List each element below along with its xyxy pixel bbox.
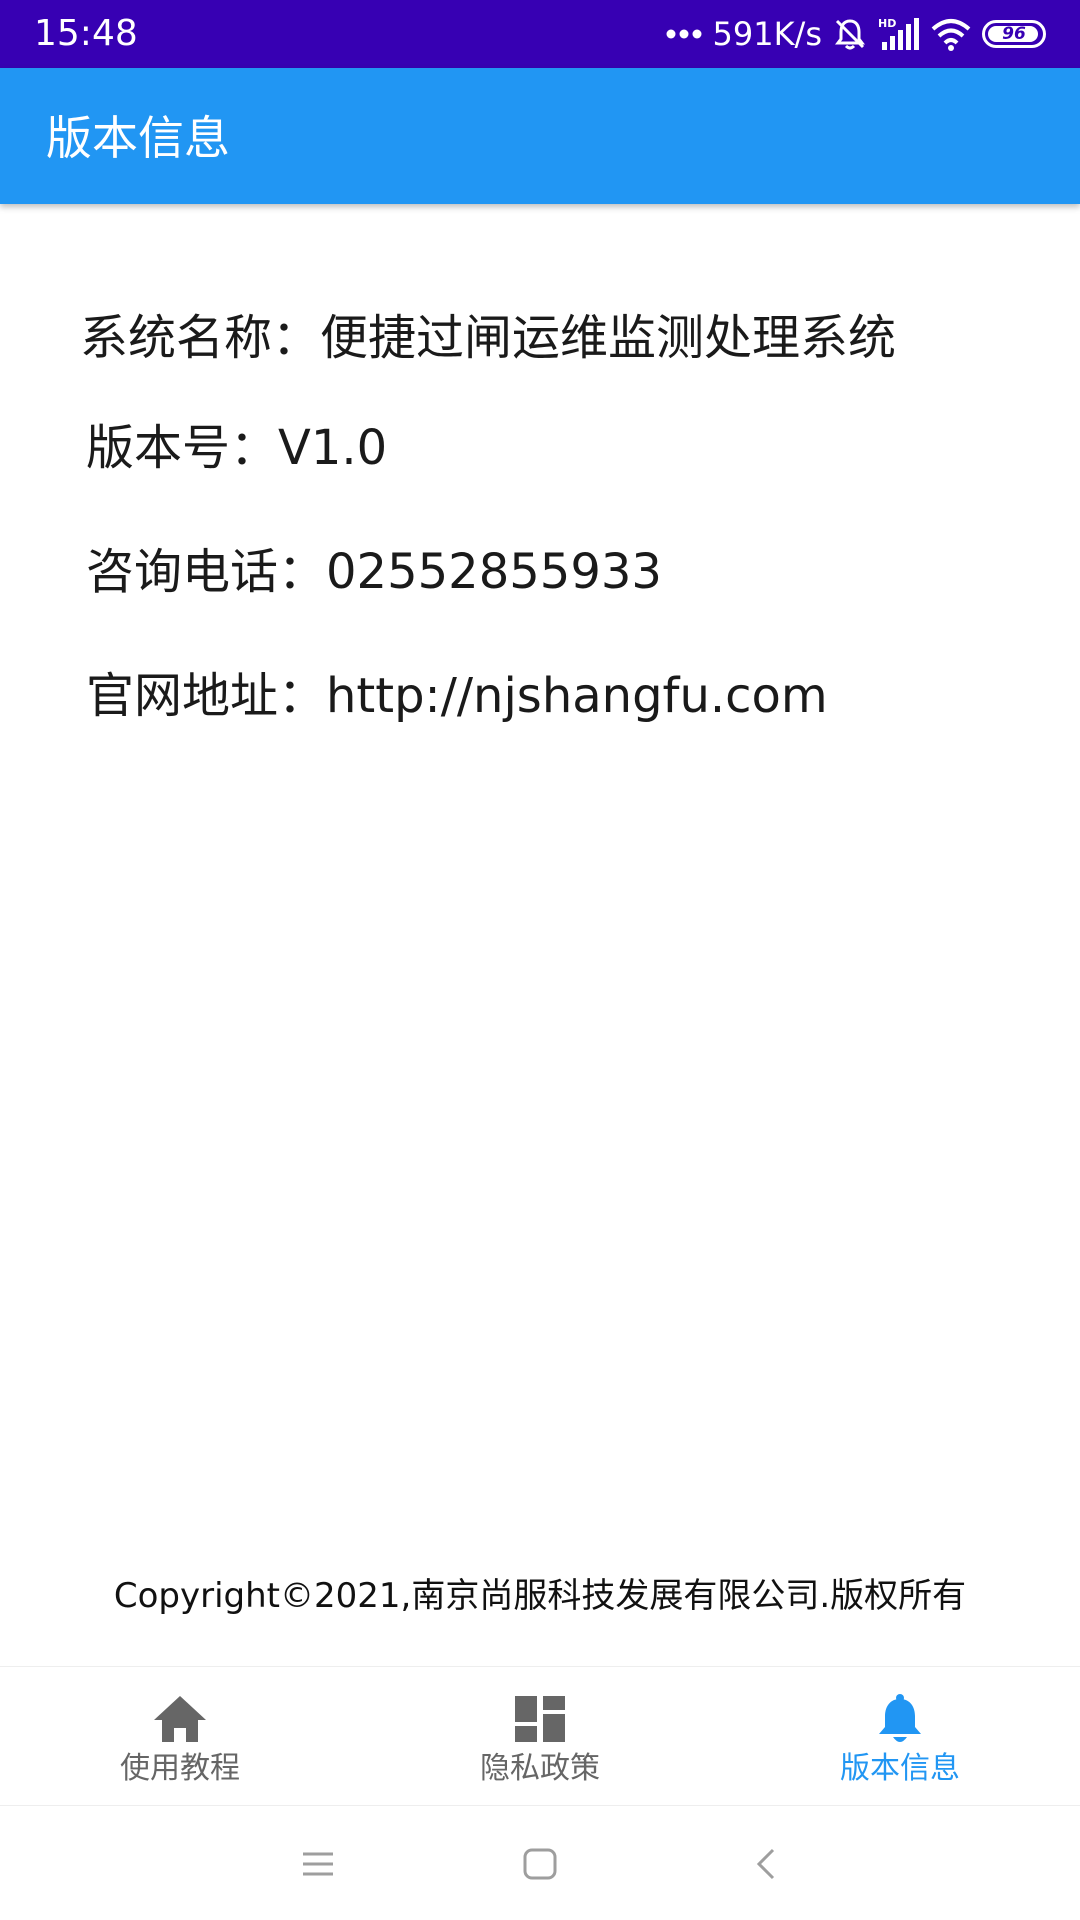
- page-title: 版本信息: [46, 111, 230, 165]
- nav-item-privacy[interactable]: 隐私政策: [360, 1667, 720, 1805]
- hd-signal-icon: HD: [878, 16, 920, 52]
- app-bar: 版本信息: [0, 68, 1080, 204]
- dashboard-icon: [512, 1693, 568, 1745]
- status-time: 15:48: [34, 13, 138, 54]
- mute-notifications-icon: [832, 16, 868, 52]
- phone-text: 咨询电话：02552855933: [86, 544, 662, 600]
- copyright-text: Copyright©2021,南京尚服科技发展有限公司.版权所有: [113, 1576, 967, 1616]
- website-text: 官网地址：http://njshangfu.com: [86, 668, 828, 724]
- nav-label-privacy: 隐私政策: [480, 1751, 600, 1786]
- status-icons: 591K/s HD 96: [666, 10, 1046, 58]
- system-name-text: 系统名称：便捷过闸运维监测处理系统: [80, 310, 897, 366]
- menu-icon[interactable]: [296, 1842, 340, 1886]
- nav-label-version: 版本信息: [840, 1751, 960, 1786]
- status-bar: 15:48 591K/s HD 96: [0, 0, 1080, 68]
- nav-label-tutorial: 使用教程: [120, 1751, 240, 1786]
- back-icon[interactable]: [744, 1842, 788, 1886]
- bell-icon: [872, 1693, 928, 1745]
- wifi-icon: [930, 17, 972, 51]
- more-dots-icon: [666, 29, 702, 39]
- network-speed: 591K/s: [712, 15, 822, 53]
- version-text: 版本号：V1.0: [86, 420, 388, 476]
- battery-icon: 96: [982, 20, 1046, 48]
- battery-level: 96: [1002, 24, 1026, 44]
- svg-text:HD: HD: [878, 17, 896, 30]
- bottom-nav: 使用教程 隐私政策 版本信息: [0, 1666, 1080, 1806]
- home-icon: [152, 1693, 208, 1745]
- home-button-icon[interactable]: [518, 1842, 562, 1886]
- nav-item-tutorial[interactable]: 使用教程: [0, 1667, 360, 1805]
- system-nav-bar: [0, 1806, 1080, 1920]
- nav-item-version[interactable]: 版本信息: [720, 1667, 1080, 1805]
